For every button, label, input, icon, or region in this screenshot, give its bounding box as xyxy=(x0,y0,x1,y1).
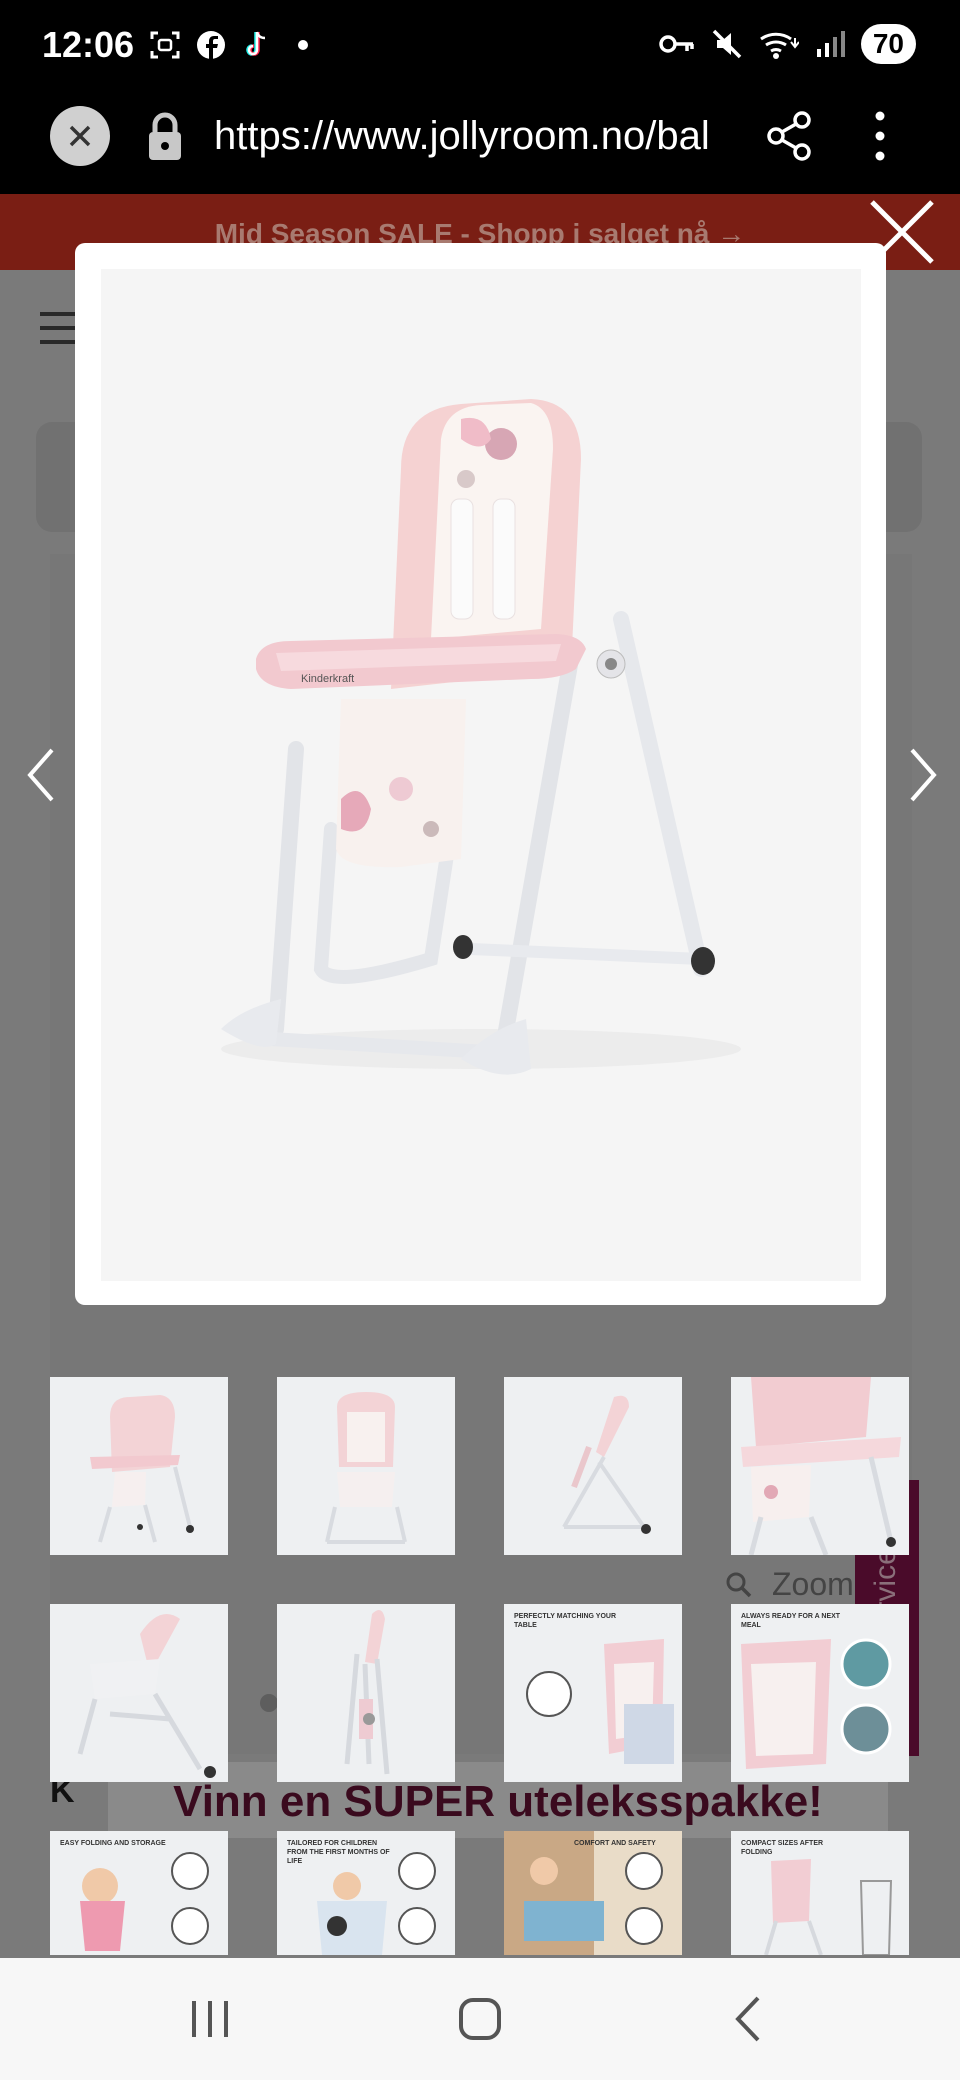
wifi-icon xyxy=(759,32,799,59)
recent-apps-button[interactable] xyxy=(180,1994,240,2044)
more-menu-icon[interactable] xyxy=(868,108,892,169)
thumbnail-caption: Compact sizes after folding xyxy=(741,1840,824,1856)
high-chair-image: Kinderkraft xyxy=(221,399,741,1075)
gallery-thumbnail-3[interactable] xyxy=(504,1377,682,1555)
tray-brand-text: Kinderkraft xyxy=(301,673,354,685)
home-button[interactable] xyxy=(450,1994,510,2044)
browser-toolbar: https://www.jollyroom.no/bal xyxy=(0,90,960,194)
feature-infographic xyxy=(504,1831,682,1955)
feature-infographic xyxy=(741,1638,892,1769)
gallery-thumbnail-8[interactable]: Always ready for a next meal xyxy=(731,1604,909,1782)
high-chair-thumbnail xyxy=(562,1395,651,1534)
notification-icons xyxy=(148,28,320,62)
back-button[interactable] xyxy=(718,1994,778,2044)
zoom-label: Zoom xyxy=(772,1566,854,1602)
battery-level: 70 xyxy=(860,24,916,64)
thumbnail-caption: Easy folding and storage xyxy=(60,1840,166,1847)
high-chair-thumbnail xyxy=(741,1377,901,1555)
zoom-button[interactable]: Zoom xyxy=(724,1566,854,1603)
status-bar: 12:06 70 xyxy=(0,0,960,90)
high-chair-thumbnail xyxy=(77,1614,216,1778)
facebook-icon xyxy=(194,28,228,62)
magnifier-icon xyxy=(726,1572,752,1597)
next-image-arrow[interactable] xyxy=(896,740,946,810)
mute-icon xyxy=(712,29,742,59)
gallery-thumbnail-9[interactable]: Easy folding and storage xyxy=(50,1831,228,1955)
lock-icon[interactable] xyxy=(146,112,184,167)
feature-infographic xyxy=(526,1639,674,1764)
home-icon xyxy=(459,1998,501,2040)
key-icon xyxy=(659,35,694,53)
back-icon xyxy=(735,1996,760,2042)
dot-icon xyxy=(286,28,320,62)
high-chair-thumbnail xyxy=(90,1395,194,1543)
product-main-image[interactable]: Kinderkraft xyxy=(101,269,861,1281)
gallery-thumbnail-2[interactable] xyxy=(277,1377,455,1555)
gallery-thumbnail-7[interactable]: Perfectly matching your table xyxy=(504,1604,682,1782)
system-icons: 70 xyxy=(659,24,916,64)
gallery-thumbnail-10[interactable]: Tailored for children from the first mon… xyxy=(277,1831,455,1955)
feature-infographic xyxy=(80,1852,209,1951)
signal-icon xyxy=(816,31,845,57)
thumbnail-caption: Comfort and safety xyxy=(574,1840,656,1847)
thumbnail-caption: Always ready for a next meal xyxy=(741,1613,841,1629)
thumbnail-caption: Tailored for children from the first mon… xyxy=(287,1840,390,1865)
previous-image-arrow[interactable] xyxy=(18,740,68,810)
gallery-thumbnail-5[interactable] xyxy=(50,1604,228,1782)
status-time: 12:06 xyxy=(42,24,135,65)
gallery-thumbnail-6[interactable] xyxy=(277,1604,455,1782)
high-chair-thumbnail xyxy=(344,1610,390,1775)
gallery-thumbnail-12[interactable]: Compact sizes after folding xyxy=(731,1831,909,1955)
close-tab-button[interactable] xyxy=(50,106,110,166)
address-bar[interactable]: https://www.jollyroom.no/bal xyxy=(214,114,734,159)
android-navigation-bar xyxy=(0,1958,960,2080)
high-chair-thumbnail xyxy=(325,1392,407,1544)
gallery-thumbnail-4[interactable] xyxy=(731,1377,909,1555)
share-icon[interactable] xyxy=(766,110,814,167)
tiktok-icon xyxy=(240,28,274,62)
recent-apps-icon xyxy=(192,2001,228,2037)
screenshot-icon xyxy=(148,28,182,62)
lightbox-modal: Kinderkraft xyxy=(75,243,886,1305)
thumbnail-caption: Perfectly matching your table xyxy=(514,1613,617,1629)
close-icon xyxy=(69,125,91,147)
gallery-thumbnail-11[interactable]: Comfort and safety xyxy=(504,1831,682,1955)
gallery-thumbnail-1[interactable] xyxy=(50,1377,228,1555)
hamburger-menu-icon[interactable] xyxy=(40,312,80,354)
